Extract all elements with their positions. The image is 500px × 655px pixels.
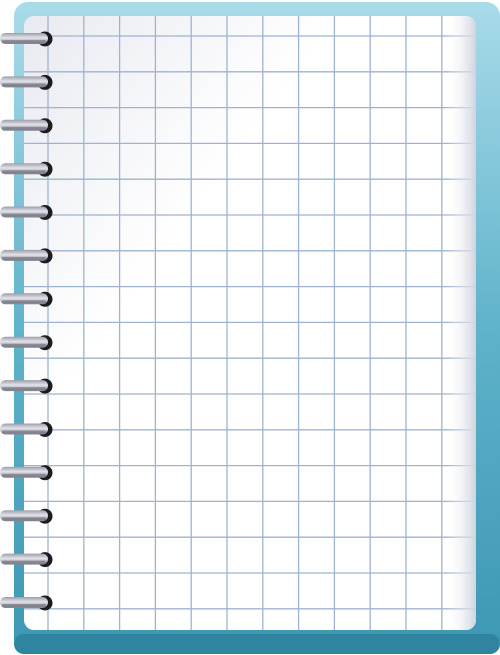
ring-wire-shadow (2, 170, 46, 174)
spiral-notebook (0, 0, 500, 655)
ring-wire-shadow (2, 343, 46, 347)
ring-wire-shadow (2, 40, 46, 43)
ring-wire-shadow (2, 517, 46, 521)
ring-wire-shadow (2, 430, 46, 434)
ring-wire-shadow (2, 126, 46, 130)
ring-wire-shadow (2, 256, 46, 260)
ring-wire-shadow (2, 213, 46, 217)
ring-wire-shadow (2, 560, 46, 564)
ring-wire-shadow (2, 604, 46, 607)
ring-wire-shadow (2, 300, 46, 304)
ring-wire-shadow (2, 83, 46, 87)
ring-wire-shadow (2, 387, 46, 391)
ring-wire-shadow (2, 473, 46, 477)
notebook-illustration (0, 2, 500, 654)
cover-bottom-edge (14, 634, 500, 654)
page-right-shade (446, 16, 476, 630)
